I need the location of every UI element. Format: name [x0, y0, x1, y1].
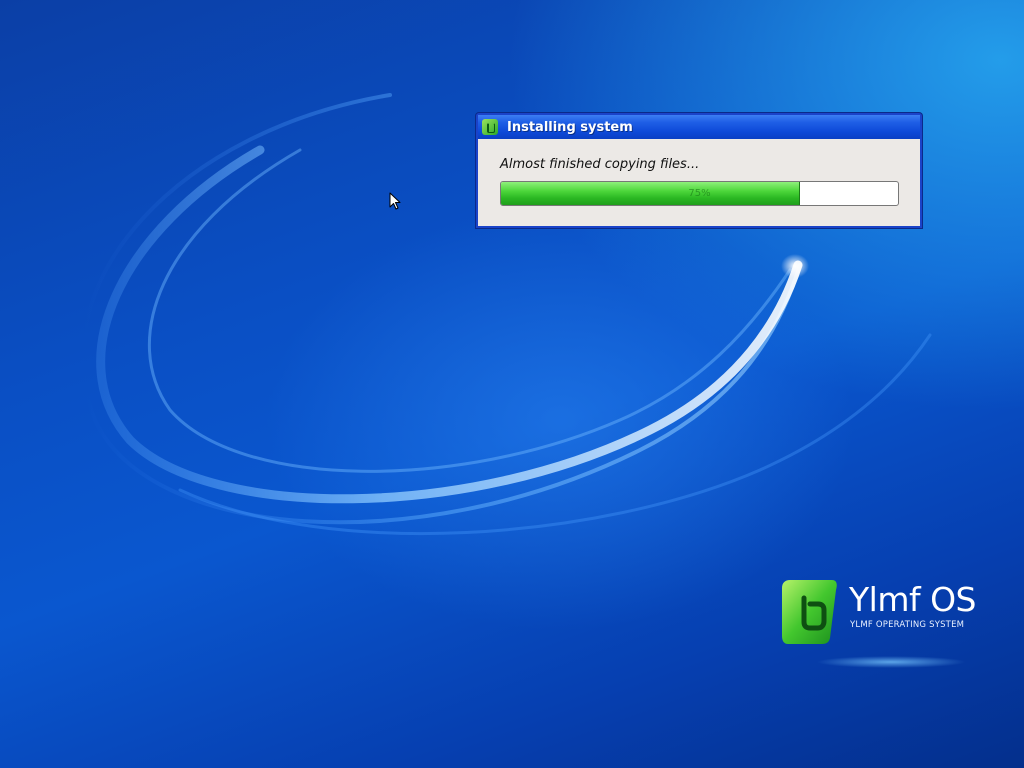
- brand-tagline: YLMF OPERATING SYSTEM: [850, 620, 965, 630]
- status-text: Almost finished copying files...: [500, 157, 700, 172]
- dialog-body: Almost finished copying files... 75%: [478, 139, 920, 226]
- brand-name: Ylmf OS: [849, 580, 977, 619]
- dialog-titlebar[interactable]: Installing system: [478, 115, 920, 139]
- progress-bar: 75%: [500, 181, 899, 206]
- dialog-title: Installing system: [507, 119, 633, 135]
- install-dialog: Installing system Almost finished copyin…: [476, 113, 922, 228]
- logo-glow: [816, 656, 966, 668]
- arrow-cursor-icon: [389, 192, 401, 210]
- ylmf-logo: Ylmf OS YLMF OPERATING SYSTEM: [780, 576, 980, 676]
- ylmf-app-icon: [482, 119, 498, 135]
- progress-label: 75%: [688, 188, 711, 199]
- ylmf-logo-icon: [782, 580, 837, 644]
